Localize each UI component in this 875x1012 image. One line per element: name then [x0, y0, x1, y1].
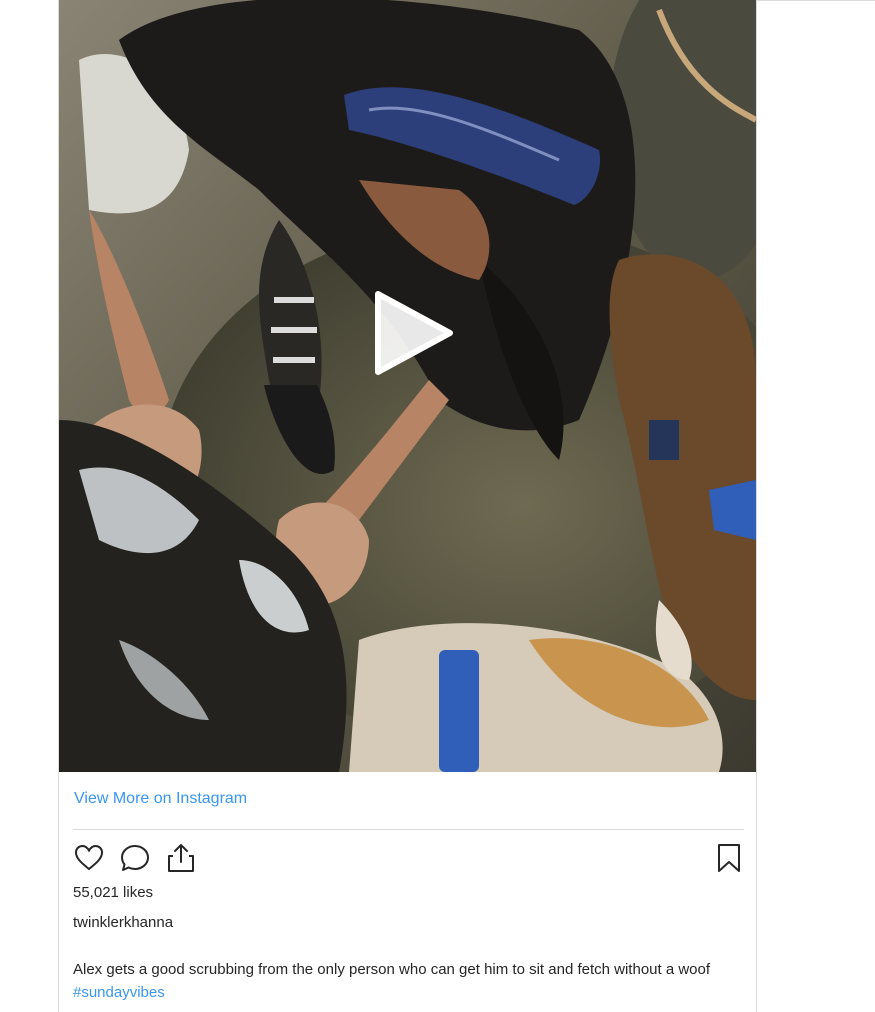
instagram-embed-card: View More on Instagram 55,021 likes twin…	[58, 0, 757, 1012]
page-border-line	[756, 0, 875, 1]
video-frame-image	[59, 0, 756, 772]
caption-text: Alex gets a good scrubbing from the only…	[73, 961, 711, 978]
comment-bubble-icon	[121, 845, 149, 871]
play-icon	[375, 291, 453, 375]
video-thumbnail[interactable]	[59, 0, 756, 772]
like-button[interactable]	[73, 842, 105, 874]
view-more-on-instagram-link[interactable]: View More on Instagram	[74, 790, 247, 808]
hashtag-link[interactable]: #sundayvibes	[73, 984, 165, 1001]
action-bar	[73, 842, 745, 876]
bookmark-icon	[718, 844, 740, 872]
likes-count: 55,021 likes	[73, 884, 154, 901]
comment-button[interactable]	[119, 842, 151, 874]
save-button[interactable]	[713, 842, 745, 874]
username-link[interactable]: twinklerkhanna	[73, 914, 173, 931]
play-button[interactable]	[372, 290, 454, 376]
heart-icon	[74, 844, 104, 871]
divider	[73, 829, 744, 830]
share-button[interactable]	[165, 842, 197, 874]
post-caption: Alex gets a good scrubbing from the only…	[73, 958, 743, 1004]
share-icon	[168, 844, 194, 872]
